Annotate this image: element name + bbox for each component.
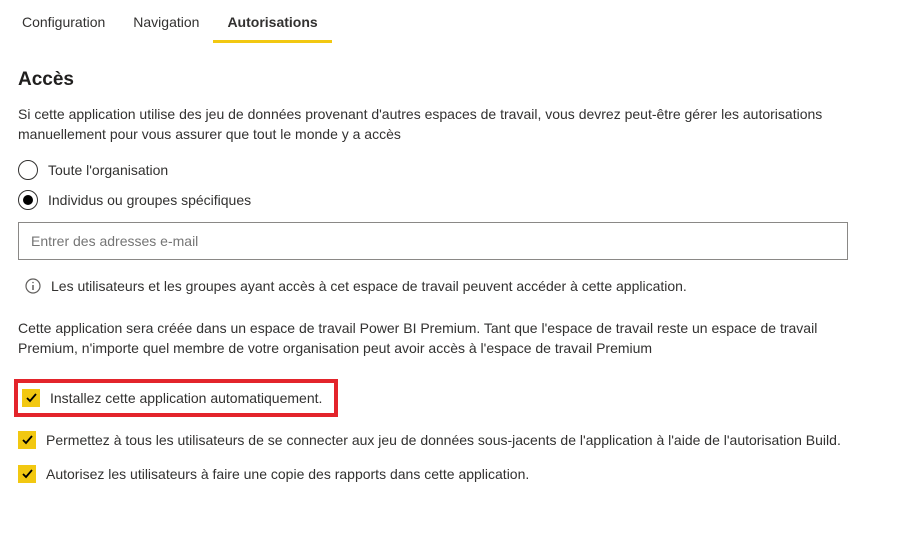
- access-radio-group: Toute l'organisation Individus ou groupe…: [18, 160, 880, 210]
- section-title: Accès: [18, 69, 880, 91]
- radio-entire-org[interactable]: Toute l'organisation: [18, 160, 880, 180]
- radio-specific[interactable]: Individus ou groupes spécifiques: [18, 190, 880, 210]
- checkbox-checked-icon: [18, 431, 36, 449]
- tab-configuration[interactable]: Configuration: [8, 8, 119, 43]
- checkbox-label-allow-build: Permettez à tous les utilisateurs de se …: [46, 432, 841, 448]
- info-row: Les utilisateurs et les groupes ayant ac…: [18, 278, 880, 294]
- checkbox-checked-icon: [22, 389, 40, 407]
- checkbox-label-install-auto: Installez cette application automatiquem…: [50, 390, 322, 406]
- info-icon: [25, 278, 41, 294]
- checkbox-label-allow-copy: Autorisez les utilisateurs à faire une c…: [46, 466, 529, 482]
- info-text: Les utilisateurs et les groupes ayant ac…: [51, 278, 687, 294]
- tab-authorizations[interactable]: Autorisations: [213, 8, 331, 43]
- tab-navigation[interactable]: Navigation: [119, 8, 213, 43]
- radio-label-entire-org: Toute l'organisation: [48, 162, 168, 178]
- radio-label-specific: Individus ou groupes spécifiques: [48, 192, 251, 208]
- premium-note: Cette application sera créée dans un esp…: [18, 318, 868, 359]
- radio-circle-icon: [18, 160, 38, 180]
- content-area: Accès Si cette application utilise des j…: [0, 43, 898, 517]
- checkbox-allow-copy[interactable]: Autorisez les utilisateurs à faire une c…: [18, 465, 880, 483]
- checkbox-install-auto[interactable]: Installez cette application automatiquem…: [14, 379, 338, 417]
- email-input[interactable]: [18, 222, 848, 260]
- radio-circle-selected-icon: [18, 190, 38, 210]
- section-description: Si cette application utilise des jeu de …: [18, 105, 880, 144]
- checkbox-allow-build[interactable]: Permettez à tous les utilisateurs de se …: [18, 431, 880, 449]
- checkbox-checked-icon: [18, 465, 36, 483]
- tabs-bar: Configuration Navigation Autorisations: [0, 0, 898, 43]
